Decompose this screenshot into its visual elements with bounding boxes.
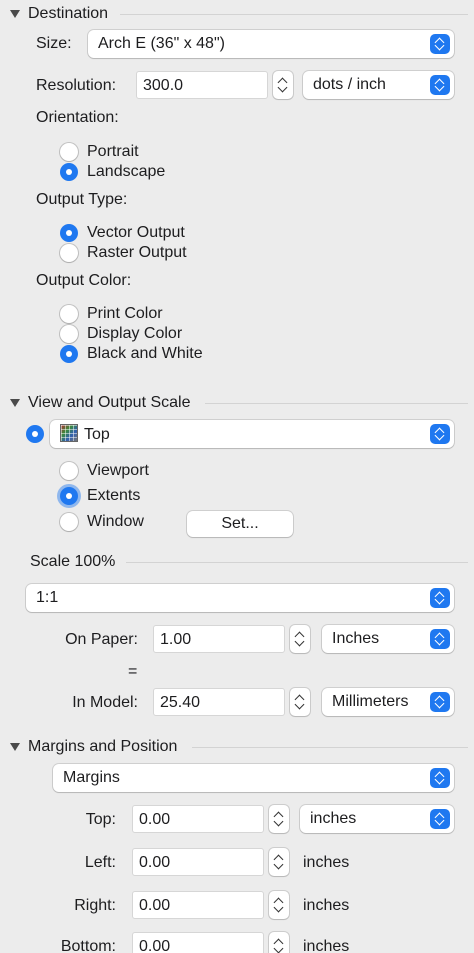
top-margin-input[interactable]: 0.00	[132, 805, 264, 833]
section-divider	[120, 14, 468, 15]
equals-sign: =	[128, 663, 138, 680]
margins-mode-popup[interactable]: Margins	[53, 764, 454, 792]
extents-radio[interactable]	[60, 487, 78, 505]
disclosure-triangle-icon[interactable]	[10, 743, 20, 751]
size-label: Size:	[36, 35, 72, 52]
popup-chevron-icon	[430, 692, 450, 712]
viewport-label[interactable]: Viewport	[87, 461, 149, 481]
portrait-radio[interactable]	[60, 143, 78, 161]
extents-label[interactable]: Extents	[87, 486, 140, 506]
on-paper-label: On Paper:	[65, 631, 138, 648]
vector-output-label[interactable]: Vector Output	[87, 223, 185, 243]
top-margin-label: Top:	[85, 811, 116, 828]
popup-chevron-icon	[430, 809, 450, 829]
raster-output-radio[interactable]	[60, 244, 78, 262]
bottom-margin-label: Bottom:	[60, 938, 116, 953]
on-paper-input[interactable]: 1.00	[153, 625, 285, 653]
on-paper-stepper[interactable]	[290, 625, 310, 653]
view-scale-section-header[interactable]: View and Output Scale	[10, 393, 190, 413]
scale-popup[interactable]: 1:1	[26, 584, 454, 612]
portrait-label[interactable]: Portrait	[87, 142, 139, 162]
right-margin-unit: inches	[303, 897, 350, 914]
top-margin-unit-value: inches	[310, 810, 357, 827]
orientation-label: Orientation:	[36, 109, 119, 126]
margins-section-header[interactable]: Margins and Position	[10, 737, 177, 757]
destination-section-header[interactable]: Destination	[10, 4, 108, 24]
display-color-label[interactable]: Display Color	[87, 324, 182, 344]
view-scale-header: View and Output Scale	[28, 394, 191, 411]
destination-header: Destination	[28, 5, 109, 22]
in-model-unit-value: Millimeters	[332, 693, 409, 710]
bottom-margin-unit: inches	[303, 938, 350, 953]
disclosure-triangle-icon[interactable]	[10, 399, 20, 407]
view-popup[interactable]: Top	[50, 420, 454, 448]
popup-chevron-icon	[430, 629, 450, 649]
view-value: Top	[84, 426, 110, 443]
margins-header: Margins and Position	[28, 738, 178, 755]
popup-chevron-icon	[430, 424, 450, 444]
output-type-label: Output Type:	[36, 191, 128, 208]
display-color-radio[interactable]	[60, 325, 78, 343]
margins-mode-value: Margins	[63, 769, 120, 786]
left-margin-input[interactable]: 0.00	[132, 848, 264, 876]
landscape-label[interactable]: Landscape	[87, 162, 165, 182]
bottom-margin-stepper[interactable]	[269, 932, 289, 953]
resolution-label: Resolution:	[36, 77, 117, 94]
resolution-unit-value: dots / inch	[313, 76, 386, 93]
on-paper-unit-value: Inches	[332, 630, 380, 647]
raster-output-label[interactable]: Raster Output	[87, 243, 187, 263]
view-thumbnail-icon	[60, 424, 78, 442]
in-model-unit-popup[interactable]: Millimeters	[322, 688, 454, 716]
vector-output-radio[interactable]	[60, 224, 78, 242]
section-divider	[126, 562, 468, 563]
size-value: Arch E (36" x 48")	[98, 35, 225, 52]
resolution-input[interactable]: 300.0	[136, 71, 268, 99]
resolution-stepper[interactable]	[273, 71, 293, 99]
in-model-input[interactable]: 25.40	[153, 688, 285, 716]
window-radio[interactable]	[60, 513, 78, 531]
popup-chevron-icon	[430, 34, 450, 54]
section-divider	[192, 747, 468, 748]
output-color-label: Output Color:	[36, 272, 132, 289]
set-window-button[interactable]: Set...	[187, 511, 293, 537]
left-margin-unit: inches	[303, 854, 350, 871]
popup-chevron-icon	[430, 588, 450, 608]
popup-chevron-icon	[430, 75, 450, 95]
on-paper-unit-popup[interactable]: Inches	[322, 625, 454, 653]
in-model-label: In Model:	[72, 694, 138, 711]
left-margin-stepper[interactable]	[269, 848, 289, 876]
black-and-white-radio[interactable]	[60, 345, 78, 363]
right-margin-stepper[interactable]	[269, 891, 289, 919]
right-margin-label: Right:	[74, 897, 116, 914]
resolution-unit-popup[interactable]: dots / inch	[303, 71, 454, 99]
disclosure-triangle-icon[interactable]	[10, 10, 20, 18]
scale-value: 1:1	[36, 589, 59, 606]
right-margin-input[interactable]: 0.00	[132, 891, 264, 919]
view-radio[interactable]	[26, 425, 44, 443]
black-and-white-label[interactable]: Black and White	[87, 344, 203, 364]
top-margin-stepper[interactable]	[269, 805, 289, 833]
print-color-radio[interactable]	[60, 305, 78, 323]
landscape-radio[interactable]	[60, 163, 78, 181]
window-label[interactable]: Window	[87, 512, 144, 532]
top-margin-unit-popup[interactable]: inches	[300, 805, 454, 833]
popup-chevron-icon	[430, 768, 450, 788]
left-margin-label: Left:	[84, 854, 116, 871]
bottom-margin-input[interactable]: 0.00	[132, 932, 264, 953]
print-color-label[interactable]: Print Color	[87, 304, 163, 324]
section-divider	[205, 403, 468, 404]
scale-header: Scale 100%	[30, 553, 116, 570]
in-model-stepper[interactable]	[290, 688, 310, 716]
size-popup[interactable]: Arch E (36" x 48")	[88, 30, 454, 58]
viewport-radio[interactable]	[60, 462, 78, 480]
